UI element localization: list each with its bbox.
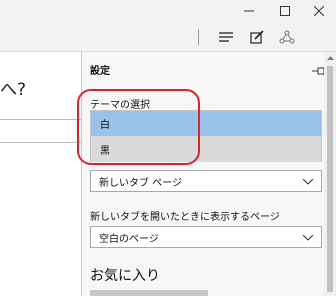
page-input-field[interactable]: [0, 119, 82, 143]
toolbar-separator: [198, 29, 199, 45]
favorites-heading: お気に入り: [90, 268, 160, 284]
chevron-down-icon: [302, 177, 314, 188]
window-title-bar: [0, 0, 336, 22]
chevron-down-icon: [302, 233, 314, 244]
close-icon[interactable]: [302, 0, 336, 22]
share-icon[interactable]: [272, 22, 302, 52]
open-with-select[interactable]: 新しいタブ ページ: [90, 170, 322, 192]
minimize-icon[interactable]: [232, 0, 266, 22]
favorites-bar-placeholder: [90, 290, 208, 296]
panel-title: 設定: [90, 66, 110, 77]
page-partial-heading: へ?: [0, 80, 27, 100]
note-icon[interactable]: [242, 22, 272, 52]
open-with-value: 新しいタブ ページ: [99, 177, 182, 189]
new-tab-select[interactable]: 空白のページ: [90, 226, 322, 248]
maximize-icon[interactable]: [268, 0, 302, 22]
hub-icon[interactable]: [211, 22, 241, 52]
browser-toolbar: [0, 22, 336, 52]
new-tab-value: 空白のページ: [99, 233, 159, 245]
annotation-highlight: [77, 89, 200, 165]
scroll-up-icon[interactable]: [324, 52, 336, 64]
new-tab-label: 新しいタブを開いたときに表示するページ: [90, 212, 280, 223]
settings-scrollbar[interactable]: [324, 52, 336, 296]
scroll-thumb[interactable]: [327, 66, 333, 292]
